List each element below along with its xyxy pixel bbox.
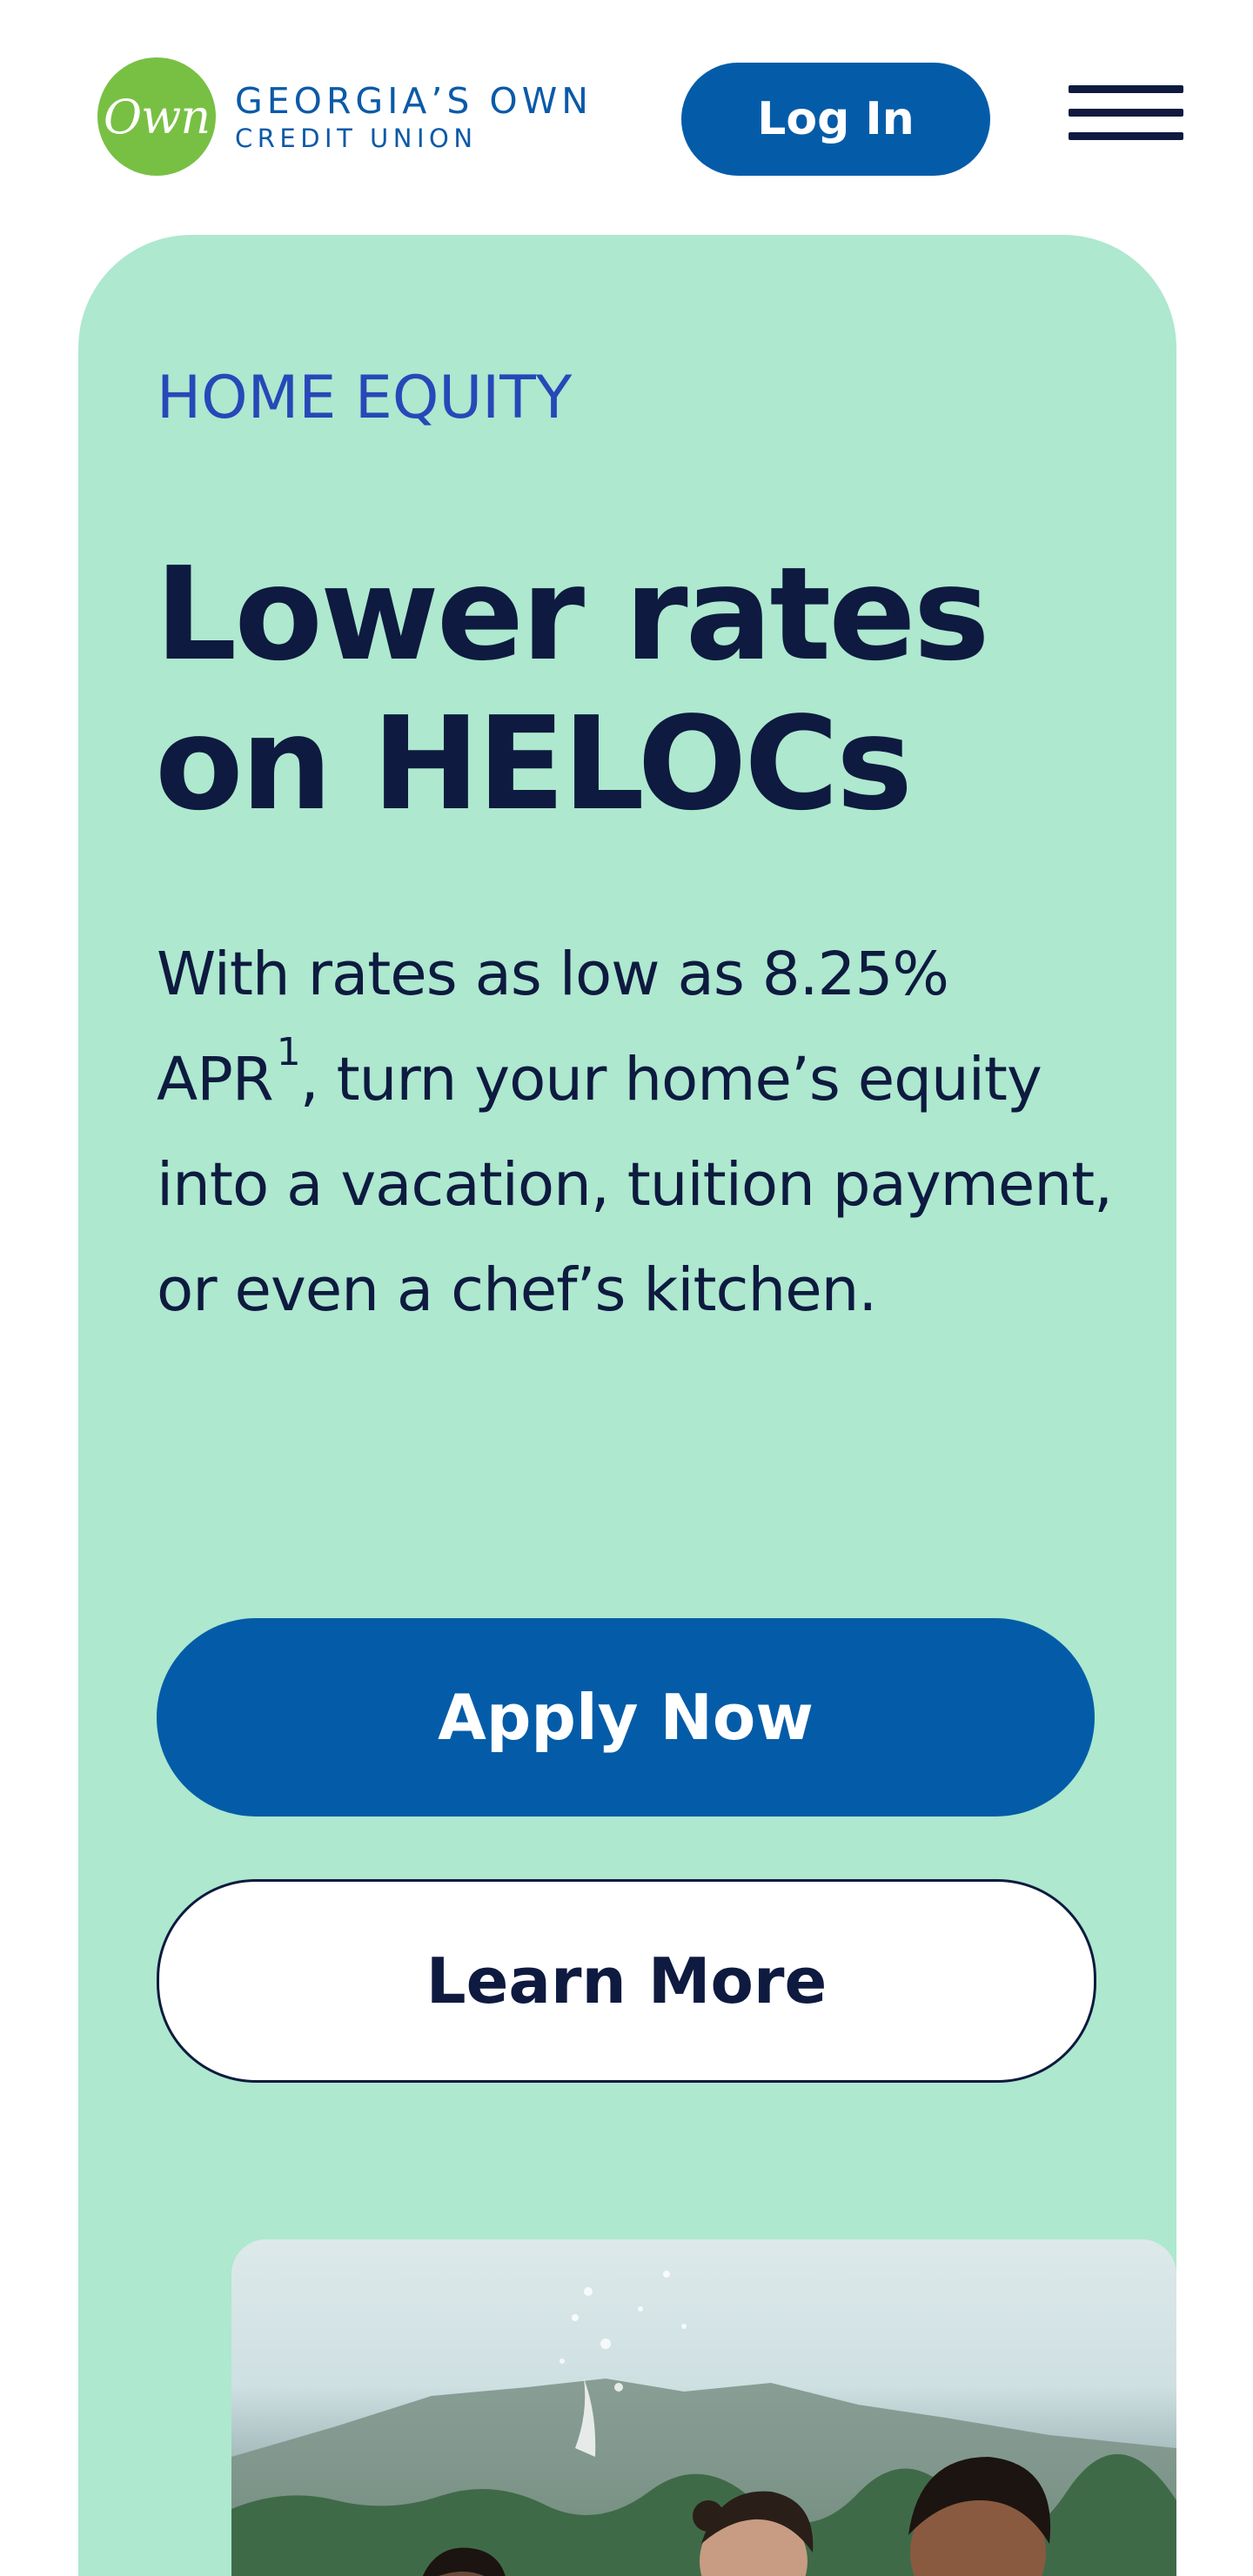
description-rest-text: , turn your home’s equity into a vacatio… (157, 1045, 1113, 1325)
headline-line-2: on HELOCs (155, 689, 913, 839)
site-header: Own GEORGIA’S OWN CREDIT UNION Log In (0, 0, 1253, 235)
footnote-marker[interactable]: 1 (277, 1030, 301, 1074)
hero-headline: Lower rates on HELOCs (155, 539, 1112, 839)
section-eyebrow: HOME EQUITY (157, 364, 573, 432)
family-photo-illustration (231, 2271, 1176, 2576)
log-in-button[interactable]: Log In (681, 63, 990, 176)
menu-bar-bottom (1069, 132, 1183, 140)
logo-wordmark: GEORGIA’S OWN CREDIT UNION (235, 79, 593, 154)
headline-line-1: Lower rates (155, 539, 990, 689)
logo-mark: Own (97, 57, 216, 176)
apply-now-button[interactable]: Apply Now (157, 1618, 1095, 1817)
georgias-own-logo[interactable]: Own GEORGIA’S OWN CREDIT UNION (97, 57, 593, 176)
hero-card: HOME EQUITY Lower rates on HELOCs With r… (78, 235, 1176, 2576)
family-photo (231, 2239, 1176, 2576)
menu-bar-middle (1069, 109, 1183, 117)
learn-more-button[interactable]: Learn More (157, 1879, 1096, 2083)
hero-description: With rates as low as 8.25% APR1, turn yo… (157, 922, 1122, 1343)
hamburger-menu-icon[interactable] (1065, 80, 1187, 155)
logo-subtitle: CREDIT UNION (235, 124, 478, 153)
logo-name: GEORGIA’S OWN (235, 80, 593, 122)
menu-bar-top (1069, 85, 1183, 93)
